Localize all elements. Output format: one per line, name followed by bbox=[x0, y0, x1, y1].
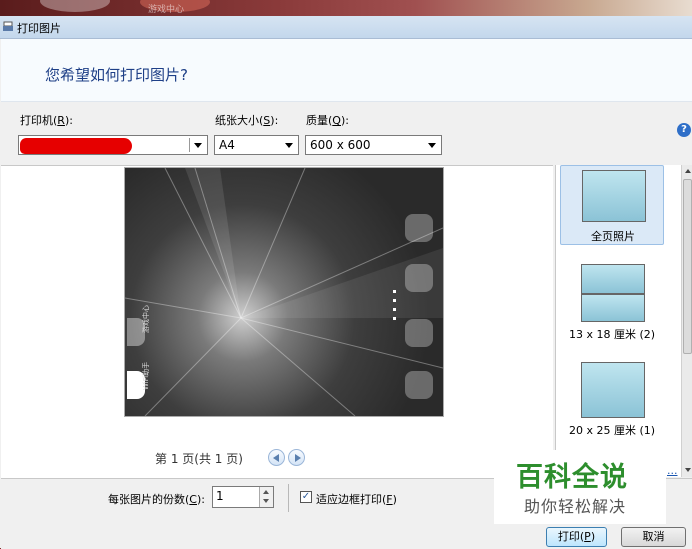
page-title: 您希望如何打印图片? bbox=[45, 66, 188, 84]
scroll-down-icon[interactable] bbox=[685, 468, 691, 472]
layout-item-13x18[interactable]: 13 x 18 厘米 (2) bbox=[560, 258, 664, 341]
photo-preview: 游戏中心 WiFi助手 bbox=[124, 167, 444, 417]
window-title: 打印图片 bbox=[17, 22, 61, 35]
page-dots bbox=[393, 290, 396, 320]
desktop-app-label: 游戏中心 bbox=[148, 5, 185, 15]
chevron-down-icon bbox=[194, 143, 202, 148]
app-icon bbox=[405, 264, 433, 292]
copies-stepper[interactable]: 1 bbox=[212, 486, 274, 508]
layout-item-full-page[interactable]: 全页照片 bbox=[560, 165, 664, 245]
prev-page-button[interactable] bbox=[268, 449, 285, 466]
layout-thumbnail bbox=[581, 264, 645, 294]
layout-item-20x25[interactable]: 20 x 25 厘米 (1) bbox=[560, 358, 664, 438]
scroll-up-icon[interactable] bbox=[685, 169, 691, 173]
page-indicator: 第 1 页(共 1 页) bbox=[155, 452, 243, 466]
layout-thumbnail bbox=[581, 294, 645, 322]
app-icon bbox=[405, 214, 433, 242]
paper-size-label: 纸张大小(S): bbox=[215, 114, 279, 127]
chevron-up-icon[interactable] bbox=[263, 490, 269, 494]
printer-icon bbox=[3, 21, 13, 31]
help-icon[interactable]: ? bbox=[677, 123, 691, 137]
layout-label: 20 x 25 厘米 (1) bbox=[568, 424, 656, 437]
layout-scrollbar[interactable] bbox=[681, 165, 692, 477]
watermark: 百科全说 助你轻松解决 bbox=[494, 450, 666, 524]
select-divider bbox=[189, 138, 190, 152]
cancel-button[interactable]: 取消 bbox=[621, 527, 686, 547]
chevron-down-icon[interactable] bbox=[263, 499, 269, 503]
arrow-right-icon bbox=[295, 454, 301, 462]
layout-thumbnail bbox=[581, 362, 645, 418]
divider bbox=[288, 484, 289, 512]
paper-size-select[interactable]: A4 bbox=[214, 135, 299, 155]
photo-label-wifi: WiFi助手 bbox=[142, 361, 150, 390]
watermark-title: 百科全说 bbox=[516, 462, 628, 493]
redaction-mark bbox=[20, 138, 132, 154]
layout-label: 13 x 18 厘米 (2) bbox=[568, 328, 656, 341]
fit-frame-label: 适应边框打印(F) bbox=[316, 493, 397, 506]
title-bar: 打印图片 bbox=[0, 16, 692, 39]
chevron-down-icon bbox=[285, 143, 293, 148]
quality-label: 质量(Q): bbox=[306, 114, 349, 127]
scrollbar-thumb[interactable] bbox=[683, 179, 692, 354]
arrow-left-icon bbox=[273, 454, 279, 462]
watermark-subtitle: 助你轻松解决 bbox=[524, 497, 627, 516]
layout-label: 全页照片 bbox=[591, 230, 635, 243]
app-icon bbox=[405, 319, 433, 347]
printer-label: 打印机(R): bbox=[20, 114, 73, 127]
fit-frame-checkbox[interactable]: ✓ bbox=[300, 491, 312, 503]
print-button[interactable]: 打印(P) bbox=[546, 527, 607, 547]
stepper-buttons[interactable] bbox=[259, 487, 273, 507]
chevron-down-icon bbox=[428, 143, 436, 148]
options-link[interactable]: ... bbox=[667, 464, 678, 477]
layout-thumbnail bbox=[582, 170, 646, 222]
app-icon bbox=[405, 371, 433, 399]
copies-label: 每张图片的份数(C): bbox=[108, 493, 205, 506]
photo-label-game-center: 游戏中心 bbox=[142, 305, 150, 333]
next-page-button[interactable] bbox=[288, 449, 305, 466]
dialog-header: 您希望如何打印图片? bbox=[1, 39, 692, 102]
quality-select[interactable]: 600 x 600 bbox=[305, 135, 442, 155]
